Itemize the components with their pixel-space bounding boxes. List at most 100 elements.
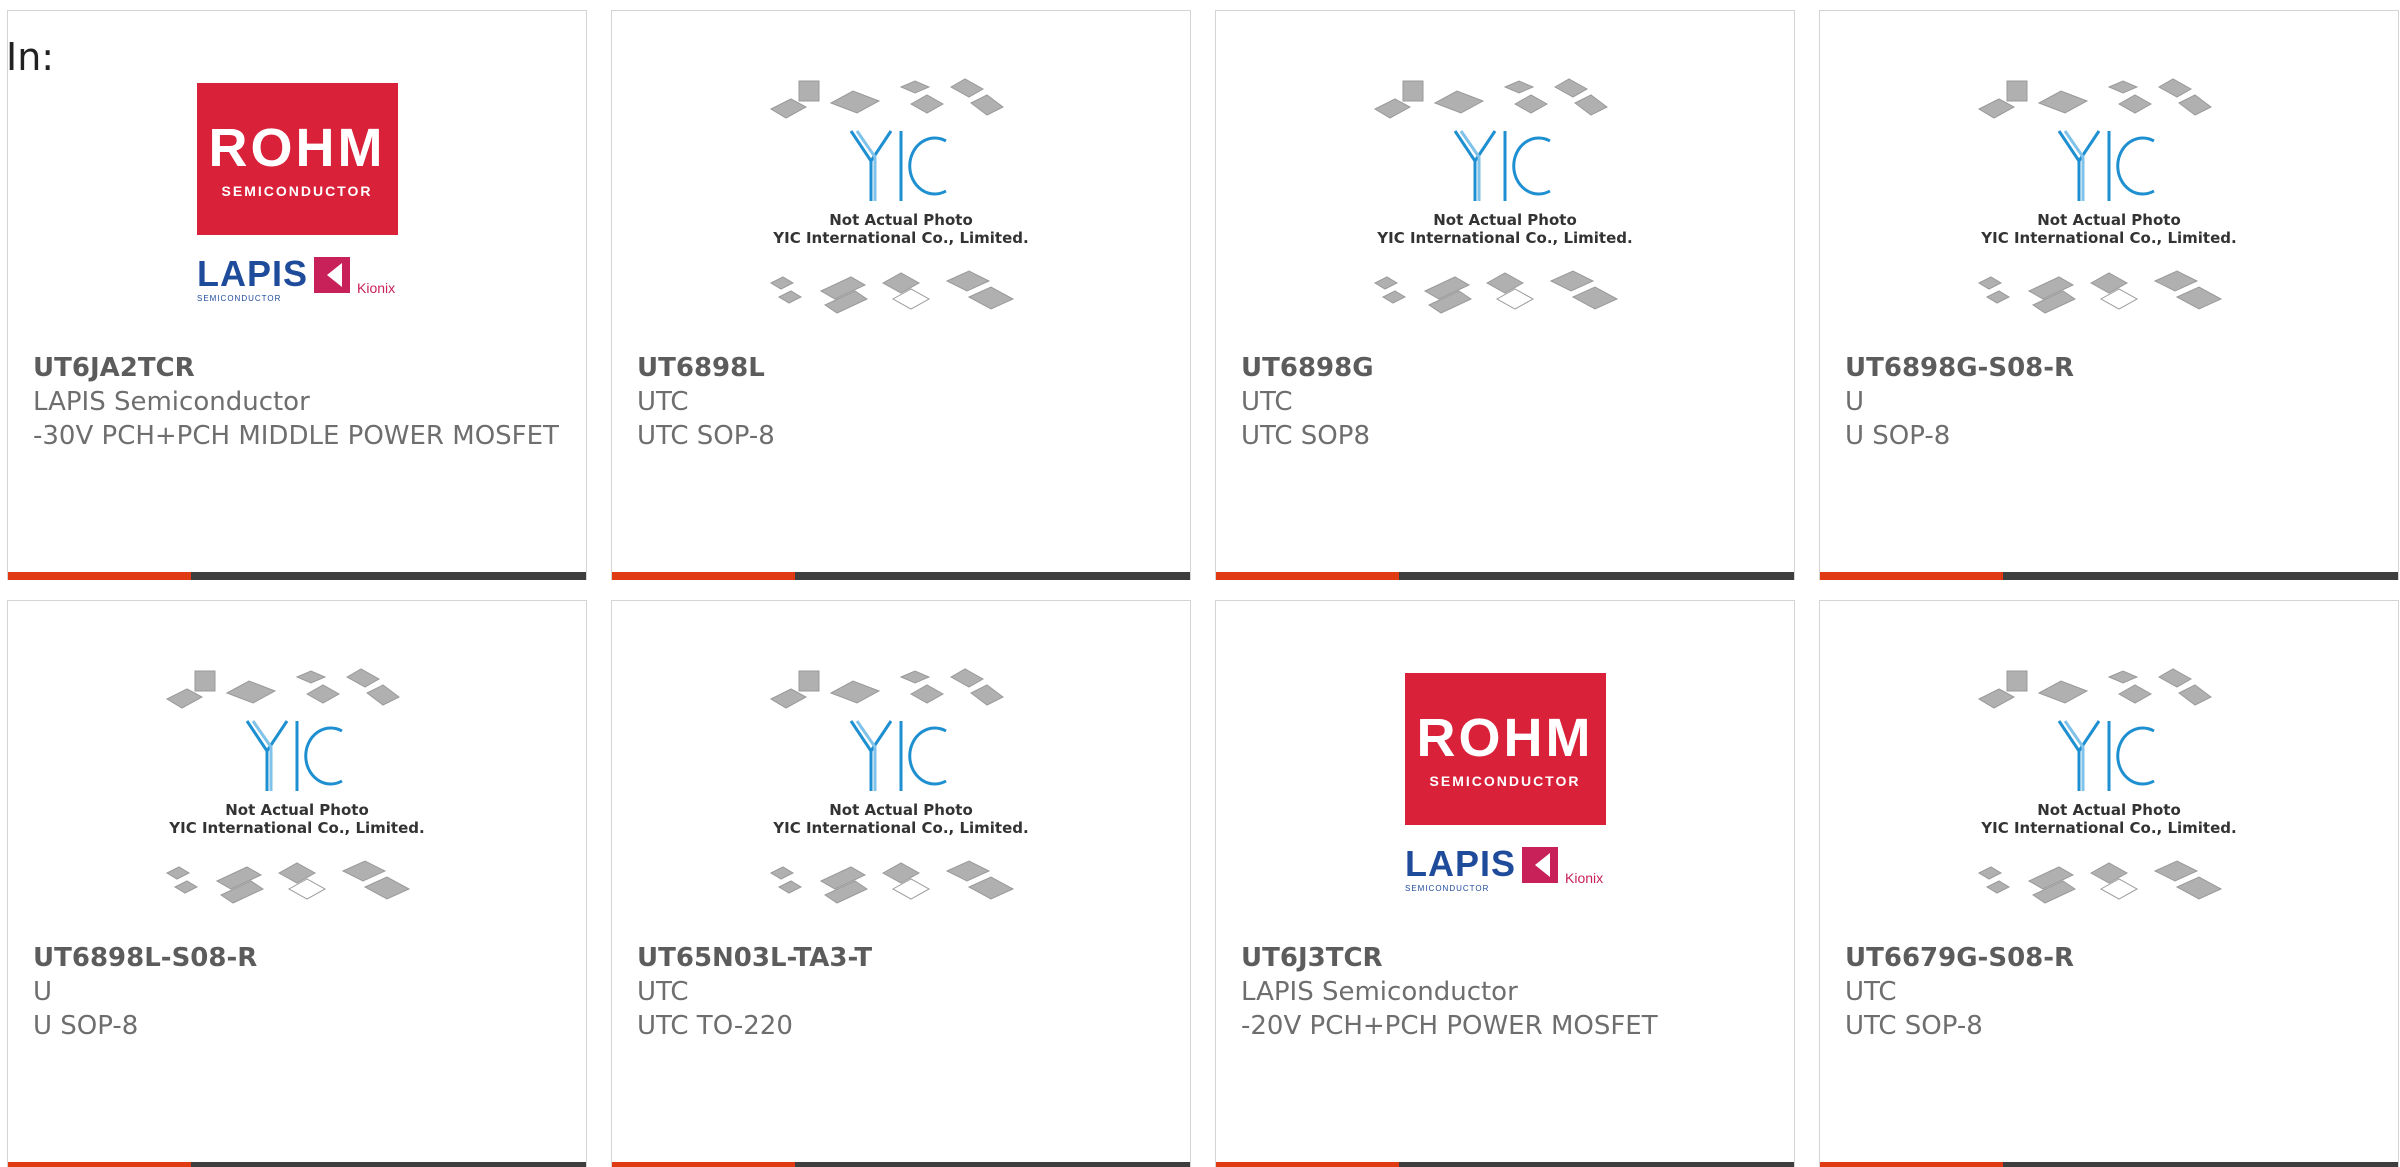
rohm-lapis-logo: ROHM SEMICONDUCTOR LAPIS SEMICONDUCTOR K… — [197, 83, 398, 303]
card-bottom-bar-accent — [1216, 572, 1399, 580]
product-image[interactable]: Not Actual Photo YIC International Co., … — [612, 661, 1190, 941]
kionix-logo-text: Kionix — [357, 280, 395, 296]
card-bottom-bar — [1820, 1162, 2398, 1167]
yic-not-actual-photo: Not Actual Photo YIC International Co., … — [769, 78, 1029, 314]
yic-logo-mark — [2057, 130, 2155, 201]
lapis-logo-subtitle: SEMICONDUCTOR — [197, 294, 281, 303]
part-number-link[interactable]: UT6898G-S08-R — [1845, 351, 2378, 385]
product-card[interactable]: Not Actual Photo YIC International Co., … — [611, 10, 1191, 580]
part-number-link[interactable]: UT6898L-S08-R — [33, 941, 566, 975]
yic-logo-line2: YIC International Co., Limited. — [1376, 229, 1632, 247]
card-bottom-bar — [1216, 1162, 1794, 1167]
lapis-logo-subtitle: SEMICONDUCTOR — [1405, 884, 1489, 893]
product-info: UT6679G-S08-R UTC UTC SOP-8 — [1845, 941, 2378, 1043]
card-bottom-bar — [612, 1162, 1190, 1167]
yic-logo-mark — [1453, 130, 1551, 201]
manufacturer: U — [1845, 387, 1865, 417]
product-image[interactable]: ROHM SEMICONDUCTOR LAPIS SEMICONDUCTOR K… — [8, 71, 586, 351]
yic-not-actual-photo: Not Actual Photo YIC International Co., … — [165, 668, 425, 904]
product-card[interactable]: Not Actual Photo YIC International Co., … — [1819, 10, 2399, 580]
rohm-logo-title: ROHM — [1417, 708, 1594, 768]
chip-packages-top-icon — [769, 668, 1004, 709]
description: UTC SOP-8 — [1845, 1011, 1983, 1041]
card-bottom-bar — [1820, 572, 2398, 580]
product-info: UT6J3TCR LAPIS Semiconductor -20V PCH+PCH … — [1241, 941, 1774, 1043]
product-card[interactable]: Not Actual Photo YIC International Co., … — [1215, 10, 1795, 580]
chip-packages-bottom-icon — [769, 860, 1015, 904]
product-info: UT6JA2TCR LAPIS Semiconductor -30V PCH+PCH… — [33, 351, 566, 453]
manufacturer: UTC — [1845, 977, 1897, 1007]
yic-logo-line1: Not Actual Photo — [225, 801, 369, 819]
yic-logo-line1: Not Actual Photo — [829, 801, 973, 819]
product-listing-page: In: ROHM SEMICONDUCTOR LAPIS SEMICONDUCT… — [0, 0, 2400, 1167]
yic-logo-line2: YIC International Co., Limited. — [1980, 819, 2236, 837]
yic-logo-line2: YIC International Co., Limited. — [168, 819, 424, 837]
description: UTC TO-220 — [637, 1011, 793, 1041]
yic-logo-mark — [2057, 720, 2155, 791]
kionix-logo-text: Kionix — [1565, 870, 1603, 886]
card-bottom-bar-accent — [612, 1162, 795, 1167]
product-info: UT6898L-S08-R U U SOP-8 — [33, 941, 566, 1043]
yic-logo-line1: Not Actual Photo — [1433, 211, 1577, 229]
manufacturer: LAPIS Semiconductor — [33, 387, 310, 417]
product-image[interactable]: Not Actual Photo YIC International Co., … — [612, 71, 1190, 351]
yic-logo-line1: Not Actual Photo — [829, 211, 973, 229]
yic-logo-line1: Not Actual Photo — [2037, 211, 2181, 229]
product-image[interactable]: Not Actual Photo YIC International Co., … — [1820, 71, 2398, 351]
rohm-lapis-logo: ROHM SEMICONDUCTOR LAPIS SEMICONDUCTOR K… — [1405, 673, 1606, 893]
card-bottom-bar-accent — [8, 572, 191, 580]
product-card[interactable]: Not Actual Photo YIC International Co., … — [611, 600, 1191, 1167]
yic-not-actual-photo: Not Actual Photo YIC International Co., … — [769, 668, 1029, 904]
part-number-link[interactable]: UT6JA2TCR — [33, 351, 566, 385]
product-image[interactable]: Not Actual Photo YIC International Co., … — [1216, 71, 1794, 351]
description: -30V PCH+PCH MIDDLE POWER MOSFET — [33, 421, 559, 451]
yic-logo-line2: YIC International Co., Limited. — [772, 819, 1028, 837]
rohm-logo-title: ROHM — [209, 118, 386, 178]
yic-not-actual-photo: Not Actual Photo YIC International Co., … — [1977, 668, 2237, 904]
product-info: UT65N03L-TA3-T UTC UTC TO-220 — [637, 941, 1170, 1043]
yic-logo-mark — [245, 720, 343, 791]
product-card[interactable]: ROHM SEMICONDUCTOR LAPIS SEMICONDUCTOR K… — [1215, 600, 1795, 1167]
product-card[interactable]: ROHM SEMICONDUCTOR LAPIS SEMICONDUCTOR K… — [7, 10, 587, 580]
manufacturer: LAPIS Semiconductor — [1241, 977, 1518, 1007]
yic-logo-line1: Not Actual Photo — [2037, 801, 2181, 819]
lapis-logo-text: LAPIS — [197, 253, 308, 294]
lapis-logo-text: LAPIS — [1405, 843, 1516, 884]
chip-packages-bottom-icon — [1373, 270, 1619, 314]
chip-packages-top-icon — [165, 668, 400, 709]
card-bottom-bar-accent — [1820, 572, 2003, 580]
rohm-logo-subtitle: SEMICONDUCTOR — [222, 183, 373, 199]
part-number-link[interactable]: UT6679G-S08-R — [1845, 941, 2378, 975]
chip-packages-top-icon — [1977, 668, 2212, 709]
chip-packages-bottom-icon — [1977, 860, 2223, 904]
product-info: UT6898G-S08-R U U SOP-8 — [1845, 351, 2378, 453]
chip-packages-top-icon — [769, 78, 1004, 119]
part-number-link[interactable]: UT6J3TCR — [1241, 941, 1774, 975]
product-card[interactable]: Not Actual Photo YIC International Co., … — [7, 600, 587, 1167]
product-image[interactable]: Not Actual Photo YIC International Co., … — [1820, 661, 2398, 941]
manufacturer: UTC — [637, 977, 689, 1007]
card-bottom-bar — [1216, 572, 1794, 580]
manufacturer: UTC — [637, 387, 689, 417]
product-info: UT6898G UTC UTC SOP8 — [1241, 351, 1774, 453]
part-number-link[interactable]: UT6898L — [637, 351, 1170, 385]
description: U SOP-8 — [1845, 421, 1951, 451]
product-image[interactable]: ROHM SEMICONDUCTOR LAPIS SEMICONDUCTOR K… — [1216, 661, 1794, 941]
product-image[interactable]: Not Actual Photo YIC International Co., … — [8, 661, 586, 941]
chip-packages-top-icon — [1373, 78, 1608, 119]
part-number-link[interactable]: UT65N03L-TA3-T — [637, 941, 1170, 975]
card-bottom-bar — [8, 1162, 586, 1167]
in-label: In: — [6, 35, 55, 79]
chip-packages-bottom-icon — [769, 270, 1015, 314]
product-card[interactable]: Not Actual Photo YIC International Co., … — [1819, 600, 2399, 1167]
description: UTC SOP-8 — [637, 421, 775, 451]
card-bottom-bar-accent — [8, 1162, 191, 1167]
yic-logo-mark — [849, 130, 947, 201]
description: U SOP-8 — [33, 1011, 139, 1041]
card-bottom-bar-accent — [1216, 1162, 1399, 1167]
part-number-link[interactable]: UT6898G — [1241, 351, 1774, 385]
manufacturer: U — [33, 977, 53, 1007]
yic-not-actual-photo: Not Actual Photo YIC International Co., … — [1373, 78, 1633, 314]
card-bottom-bar-accent — [1820, 1162, 2003, 1167]
yic-logo-mark — [849, 720, 947, 791]
